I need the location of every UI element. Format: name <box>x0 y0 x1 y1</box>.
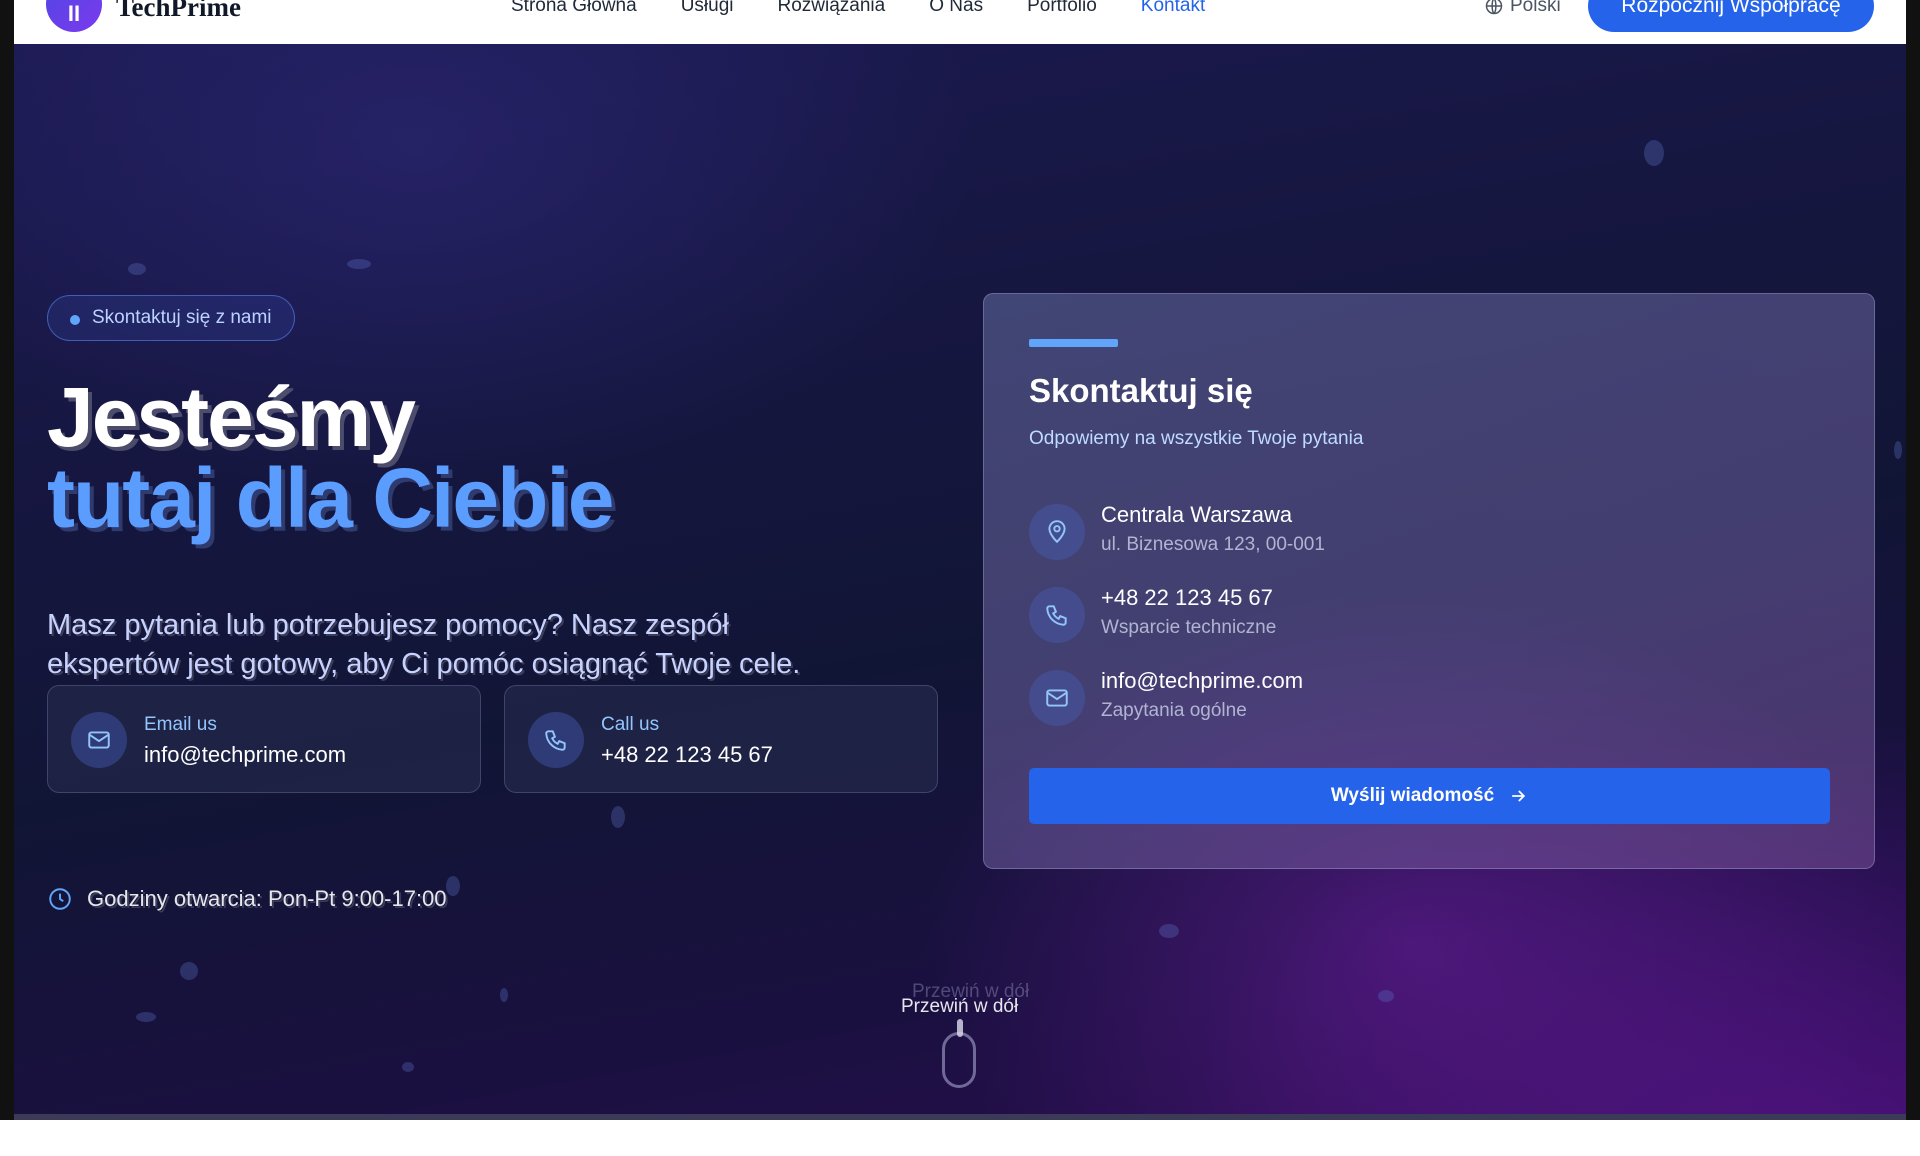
hero-title-line2: tutaj dla Ciebie <box>47 451 614 545</box>
opening-hours: Godziny otwarcia: Pon-Pt 9:00-17:00 <box>47 886 447 912</box>
decorative-dot <box>1378 990 1394 1002</box>
main-nav: Strona Główna Usługi Rozwiązania O Nas P… <box>511 0 1249 17</box>
start-cooperation-button[interactable]: Rozpocznij Współpracę <box>1588 0 1874 32</box>
nav-link-home[interactable]: Strona Główna <box>511 0 637 17</box>
nav-link-portfolio[interactable]: Portfolio <box>1027 0 1097 17</box>
contact-panel: Skontaktuj się Odpowiemy na wszystkie Tw… <box>983 293 1875 869</box>
panel-item-address: Centrala Warszawa ul. Biznesowa 123, 00-… <box>1029 500 1729 562</box>
email-address: info@techprime.com <box>1101 668 1304 693</box>
decorative-dot <box>347 259 371 269</box>
decorative-dot <box>402 1062 414 1072</box>
decorative-dot <box>1894 441 1902 459</box>
email-card[interactable]: Email us info@techprime.com <box>47 685 481 793</box>
nav-link-solutions[interactable]: Rozwiązania <box>778 0 886 17</box>
arrow-right-icon <box>1508 786 1528 806</box>
top-navigation: II TechPrime Strona Główna Usługi Rozwią… <box>14 0 1906 44</box>
contact-hero: Skontaktuj się z nami Jesteśmy tutaj dla… <box>14 44 1906 1116</box>
decorative-dot <box>1159 924 1179 938</box>
brand-name[interactable]: TechPrime <box>116 0 241 23</box>
hero-bottom-border <box>14 1114 1906 1120</box>
phone-card-label: Call us <box>601 714 660 735</box>
mail-icon <box>1029 670 1085 726</box>
panel-item-phone[interactable]: +48 22 123 45 67 Wsparcie techniczne <box>1029 583 1729 645</box>
send-message-button[interactable]: Wyślij wiadomość <box>1029 768 1830 824</box>
phone-icon <box>528 712 584 768</box>
globe-icon <box>1484 0 1504 16</box>
panel-item-email[interactable]: info@techprime.com Zapytania ogólne <box>1029 666 1729 728</box>
language-switcher[interactable]: Polski <box>1484 0 1561 17</box>
phone-icon <box>1029 587 1085 643</box>
nav-link-contact[interactable]: Kontakt <box>1141 0 1205 17</box>
decorative-dot <box>180 962 198 980</box>
map-pin-icon <box>1029 504 1085 560</box>
decorative-dot <box>1644 140 1664 166</box>
decorative-dot <box>128 263 146 275</box>
phone-card-value: +48 22 123 45 67 <box>601 742 773 767</box>
decorative-dot <box>446 876 460 896</box>
nav-link-about[interactable]: O Nas <box>929 0 983 17</box>
scroll-down-label[interactable]: Przewiń w dół <box>901 996 1018 1018</box>
send-message-label: Wyślij wiadomość <box>1330 785 1495 806</box>
hero-lead: Masz pytania lub potrzebujesz pomocy? Na… <box>47 609 801 680</box>
panel-accent-bar <box>1029 339 1118 347</box>
opening-hours-text: Godziny otwarcia: Pon-Pt 9:00-17:00 <box>87 886 447 911</box>
mouse-scroll-icon[interactable] <box>942 1019 976 1088</box>
window-frame-left <box>0 0 14 1120</box>
mail-icon <box>71 712 127 768</box>
phone-number: +48 22 123 45 67 <box>1101 585 1273 610</box>
logo-mark[interactable]: II <box>46 0 102 32</box>
decorative-dot <box>611 806 625 828</box>
window-frame-right <box>1906 0 1920 1120</box>
clock-icon <box>47 886 73 912</box>
email-card-value: info@techprime.com <box>144 742 347 767</box>
email-detail: Zapytania ogólne <box>1101 700 1247 721</box>
address-title: Centrala Warszawa <box>1101 502 1293 527</box>
phone-card[interactable]: Call us +48 22 123 45 67 <box>504 685 938 793</box>
nav-link-services[interactable]: Usługi <box>681 0 734 17</box>
decorative-dot <box>136 1012 156 1022</box>
decorative-dot <box>500 988 508 1002</box>
address-detail: ul. Biznesowa 123, 00-001 <box>1101 534 1325 555</box>
email-card-label: Email us <box>144 714 217 735</box>
panel-subtitle: Odpowiemy na wszystkie Twoje pytania <box>1029 428 1364 449</box>
phone-detail: Wsparcie techniczne <box>1101 617 1277 638</box>
contact-badge: Skontaktuj się z nami <box>47 295 295 341</box>
language-label: Polski <box>1510 0 1561 16</box>
panel-title: Skontaktuj się <box>1029 372 1253 409</box>
